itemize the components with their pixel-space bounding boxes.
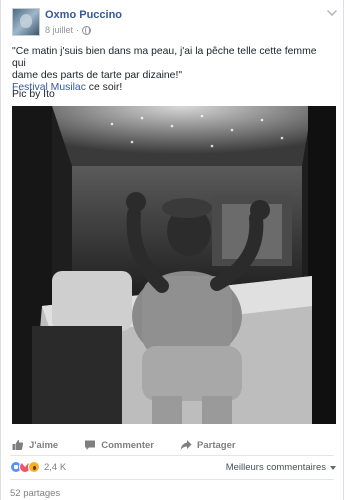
like-label: J'aime bbox=[29, 439, 59, 451]
author-name[interactable]: Oxmo Puccino bbox=[45, 9, 122, 21]
share-button[interactable]: Partager bbox=[180, 437, 236, 453]
comment-label: Commenter bbox=[101, 439, 154, 451]
reactions-count[interactable]: 2,4 K bbox=[44, 462, 66, 473]
post-meta: 8 juillet · bbox=[45, 25, 92, 35]
photo-credit: Pic by Ito bbox=[12, 89, 55, 100]
comment-sort-dropdown[interactable]: Meilleurs commentaires bbox=[226, 462, 336, 473]
post-text-line-1: "Ce matin j'suis bien dans ma peau, j'ai… bbox=[12, 46, 317, 69]
avatar[interactable] bbox=[12, 8, 40, 36]
post-date[interactable]: 8 juillet bbox=[45, 25, 73, 35]
post-actions: J'aime Commenter Partager bbox=[12, 437, 332, 453]
comment-sort-label: Meilleurs commentaires bbox=[225, 462, 326, 473]
post-text-line-2: dame des parts de tarte par dizaine!" bbox=[12, 70, 183, 81]
divider bbox=[10, 479, 334, 480]
caret-down-icon bbox=[330, 465, 336, 470]
post-text-tail: ce soir! bbox=[85, 82, 123, 93]
post-text: "Ce matin j'suis bien dans ma peau, j'ai… bbox=[12, 46, 332, 94]
post-card: Oxmo Puccino 8 juillet · "Ce matin j'sui… bbox=[0, 0, 344, 500]
globe-icon bbox=[82, 25, 92, 35]
comment-button[interactable]: Commenter bbox=[84, 437, 154, 453]
divider bbox=[10, 455, 334, 456]
reactions-bar: 2,4 K Meilleurs commentaires bbox=[10, 460, 336, 475]
share-label: Partager bbox=[197, 439, 236, 451]
post-photo[interactable] bbox=[12, 106, 336, 424]
comment-icon bbox=[84, 439, 96, 451]
wow-icon[interactable] bbox=[28, 461, 40, 473]
thumbs-up-icon bbox=[12, 439, 24, 451]
meta-separator: · bbox=[76, 25, 80, 35]
like-button[interactable]: J'aime bbox=[12, 437, 58, 453]
share-icon bbox=[180, 439, 192, 451]
post-text-line-3: Festival Musilac ce soir! bbox=[12, 82, 332, 94]
post-header: Oxmo Puccino 8 juillet · bbox=[12, 8, 332, 38]
shares-count[interactable]: 52 partages bbox=[10, 488, 60, 499]
photo-illustration bbox=[12, 106, 336, 424]
